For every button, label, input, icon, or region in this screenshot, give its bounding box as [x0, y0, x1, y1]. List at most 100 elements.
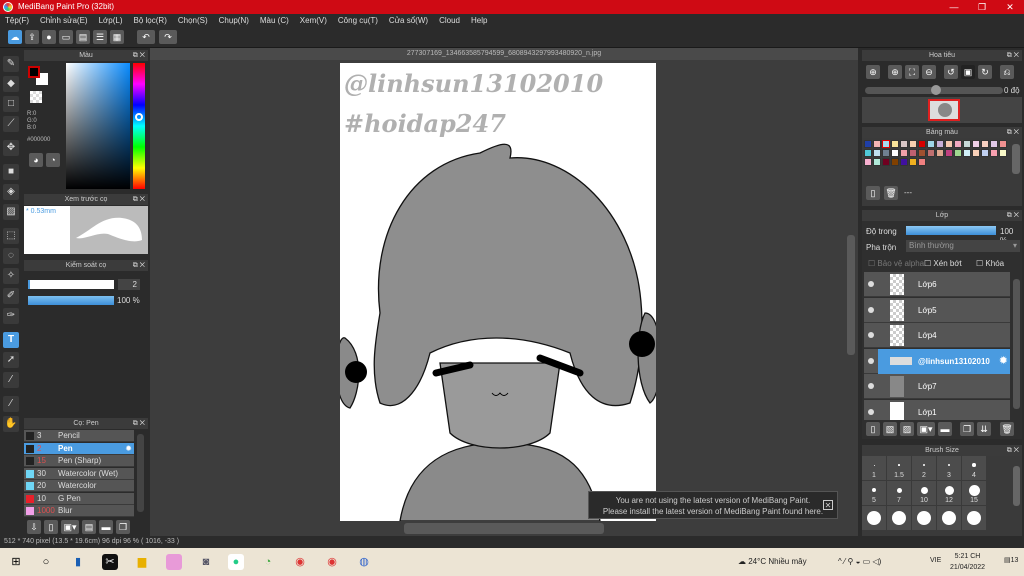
panel-close-icon[interactable]: ⧉ ✕: [133, 418, 145, 429]
add-brush-dropdown-icon[interactable]: ▣▾: [61, 520, 79, 534]
grid-icon[interactable]: ▦: [110, 30, 124, 44]
panel-close-icon[interactable]: ⧉ ✕: [133, 50, 145, 61]
horizontal-scrollbar[interactable]: [404, 523, 604, 534]
palette-swatch[interactable]: [945, 149, 953, 157]
brush-list-item[interactable]: 1000 Blur: [24, 505, 134, 517]
clipping-checkbox[interactable]: ☐ Xén bớt: [924, 259, 962, 268]
layer-row[interactable]: Lớp6: [864, 272, 1010, 297]
palette-swatch[interactable]: [873, 149, 881, 157]
lasso-tool-icon[interactable]: ◌: [3, 248, 19, 264]
palette-swatch[interactable]: [945, 140, 953, 148]
search-icon[interactable]: ○: [38, 554, 54, 570]
windows-start-icon[interactable]: ⊞: [8, 554, 24, 570]
hue-handle[interactable]: [135, 113, 143, 121]
layer-folder-icon[interactable]: ▬: [938, 422, 952, 436]
file-explorer-icon[interactable]: ▆: [134, 554, 150, 570]
rotate-right-icon[interactable]: ↻: [978, 65, 992, 79]
dot-tool-icon[interactable]: □: [3, 96, 19, 112]
palette-swatch[interactable]: [909, 140, 917, 148]
menu-item[interactable]: Chụp(N): [219, 14, 249, 28]
palette-swatch[interactable]: [882, 140, 890, 148]
layer-row[interactable]: Lớp5: [864, 297, 1010, 323]
blend-mode-select[interactable]: Bình thường ▾: [906, 240, 1020, 252]
palette-swatch[interactable]: [990, 140, 998, 148]
brush-tool-icon[interactable]: ✎: [3, 56, 19, 72]
palette-swatch[interactable]: [864, 140, 872, 148]
palette-swatch[interactable]: [900, 158, 908, 166]
protect-alpha-checkbox[interactable]: ☐ Bảo vệ alpha: [868, 259, 924, 268]
brush-size-cell[interactable]: 10: [912, 481, 936, 505]
panels-icon[interactable]: ☰: [93, 30, 107, 44]
brush-size-input[interactable]: 2: [118, 279, 140, 290]
duplicate-brush-icon[interactable]: ▤: [82, 520, 96, 534]
visibility-toggle-icon[interactable]: [868, 332, 874, 338]
shape-tool-icon[interactable]: ■: [3, 164, 19, 180]
panel-close-icon[interactable]: ⧉ ✕: [1007, 445, 1019, 456]
add-layer-dropdown-icon[interactable]: ▣▾: [917, 422, 935, 436]
merge-layer-icon[interactable]: ⇊: [977, 422, 991, 436]
weather[interactable]: ☁ 24°C Nhiều mây: [738, 557, 807, 566]
fill-tool-icon[interactable]: ◈: [3, 184, 19, 200]
chrome2-icon[interactable]: ◉: [324, 554, 340, 570]
correction-tool-icon[interactable]: ⟋: [3, 116, 19, 132]
brush-size-cell[interactable]: 15: [962, 481, 986, 505]
eyedropper2-icon[interactable]: ⁄: [3, 396, 19, 412]
brush-size-slider[interactable]: [28, 280, 114, 289]
new-1bit-layer-icon[interactable]: ▨: [900, 422, 914, 436]
move-tool-icon[interactable]: ✥: [3, 140, 19, 156]
brush-list-item[interactable]: 30 Watercolor (Wet): [24, 467, 134, 480]
lock-checkbox[interactable]: ☐ Khóa: [976, 259, 1004, 268]
chrome-icon[interactable]: ◉: [292, 554, 308, 570]
foreground-color[interactable]: [28, 66, 40, 78]
menu-item[interactable]: Cửa sổ(W): [389, 14, 428, 28]
brush-list-item[interactable]: 10 G Pen: [24, 492, 134, 505]
gear-icon[interactable]: ✹: [999, 354, 1008, 367]
brush-list-scrollbar[interactable]: [137, 434, 144, 512]
notice-close-icon[interactable]: ✕: [823, 500, 833, 510]
layer-row[interactable]: @linhsun13102010 ✹: [864, 348, 1010, 374]
maximize-button[interactable]: ❐: [968, 0, 996, 14]
menu-item[interactable]: Tệp(F): [5, 14, 29, 28]
brush-size-cell[interactable]: 5: [862, 481, 886, 505]
redo-icon[interactable]: ↷: [159, 30, 177, 44]
notification-icon[interactable]: ▤13: [1004, 556, 1018, 564]
panel-close-icon[interactable]: ⧉ ✕: [1007, 50, 1019, 61]
update-notice[interactable]: You are not using the latest version of …: [588, 491, 838, 519]
text-tool-icon[interactable]: T: [3, 332, 19, 348]
palette-swatch[interactable]: [909, 149, 917, 157]
brush-list-item[interactable]: 3 Pencil: [24, 430, 134, 442]
duplicate-layer-icon[interactable]: ❐: [960, 422, 974, 436]
visibility-toggle-icon[interactable]: [868, 306, 874, 313]
brush-size-scrollbar[interactable]: [1013, 466, 1020, 506]
palette-swatch[interactable]: [891, 140, 899, 148]
palette-swatch[interactable]: [882, 158, 890, 166]
palette-swatch[interactable]: [918, 158, 926, 166]
saturation-value-picker[interactable]: [66, 63, 130, 189]
palette-swatch[interactable]: [999, 140, 1007, 148]
palette-swatch[interactable]: [936, 149, 944, 157]
reset-view-icon[interactable]: ⎌: [1000, 65, 1014, 79]
color-picker-icon[interactable]: ◔: [46, 153, 60, 167]
drawing-canvas[interactable]: @linhsun13102010 #hoidap247: [340, 63, 656, 521]
palette-swatch[interactable]: [909, 158, 917, 166]
layer-row[interactable]: Lớp1: [864, 399, 1010, 420]
folder-icon[interactable]: ▬: [99, 520, 113, 534]
navigator-preview[interactable]: [862, 97, 1022, 123]
select-pen-icon[interactable]: ✐: [3, 288, 19, 304]
undo-icon[interactable]: ↶: [137, 30, 155, 44]
menu-item[interactable]: Chỉnh sửa(E): [40, 14, 88, 28]
menu-item[interactable]: Chọn(S): [178, 14, 208, 28]
brush-size-cell[interactable]: [962, 506, 986, 530]
brush-size-cell[interactable]: 1.5: [887, 456, 911, 480]
brush-list-item[interactable]: 20 Watercolor: [24, 480, 134, 492]
new-color-icon[interactable]: ▯: [866, 186, 880, 200]
cloud-icon[interactable]: ☁: [8, 30, 22, 44]
messenger-icon[interactable]: ◍: [356, 554, 372, 570]
panel-close-icon[interactable]: ⧉ ✕: [1007, 210, 1019, 221]
brush-size-cell[interactable]: 1: [862, 456, 886, 480]
close-button[interactable]: ✕: [996, 0, 1024, 14]
brush-size-cell[interactable]: 3: [937, 456, 961, 480]
layer-opacity-slider[interactable]: [906, 226, 996, 235]
copy-icon[interactable]: ❐: [116, 520, 130, 534]
new-halftone-layer-icon[interactable]: ▧: [883, 422, 897, 436]
